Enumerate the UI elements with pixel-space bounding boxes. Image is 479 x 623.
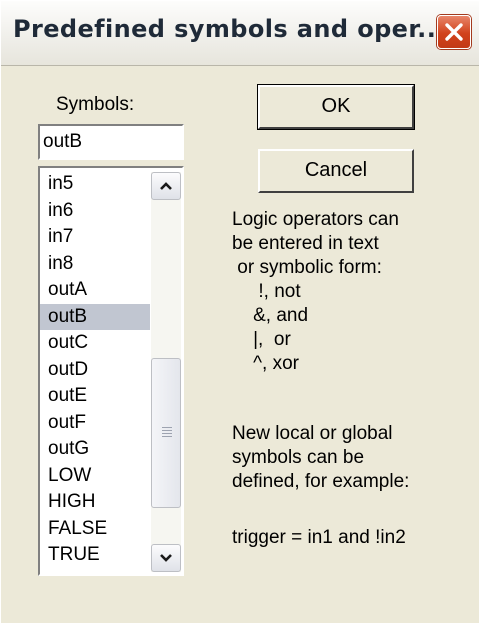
list-item[interactable]: outE: [40, 383, 150, 410]
list-item[interactable]: outD: [40, 357, 150, 384]
list-item[interactable]: FALSE: [40, 516, 150, 543]
operators-help-text: Logic operators can be entered in text or…: [232, 208, 399, 376]
list-item[interactable]: in7: [40, 224, 150, 251]
list-item[interactable]: outG: [40, 436, 150, 463]
list-item[interactable]: outF: [40, 410, 150, 437]
help-line: !, not: [232, 281, 301, 302]
symbol-input[interactable]: [38, 124, 184, 160]
ok-button[interactable]: OK: [258, 85, 414, 129]
scroll-down-button[interactable]: [151, 544, 181, 572]
symbols-list-items: in5 in6 in7 in8 outA outB outC outD outE outF outG…: [40, 171, 150, 569]
help-line: defined, for example:: [232, 471, 410, 492]
help-line: be entered in text: [232, 233, 379, 254]
symbols-help-text: New local or global symbols can be defined…: [232, 422, 409, 494]
help-line: &, and: [232, 305, 309, 326]
list-item[interactable]: in6: [40, 198, 150, 225]
symbols-listbox[interactable]: in5 in6 in7 in8 outA outB outC outD outE outF outG…: [38, 166, 184, 576]
help-line: |, or: [232, 329, 291, 350]
list-item[interactable]: TRUE: [40, 542, 150, 569]
close-icon: [445, 23, 463, 41]
help-line: ^, xor: [232, 353, 299, 374]
scroll-up-button[interactable]: [151, 172, 181, 200]
example-expression: trigger = in1 and !in2: [232, 527, 406, 548]
list-item[interactable]: outA: [40, 277, 150, 304]
list-item[interactable]: outC: [40, 330, 150, 357]
help-line: Logic operators can: [232, 209, 399, 230]
help-line: symbols can be: [232, 447, 365, 468]
list-item[interactable]: HIGH: [40, 489, 150, 516]
chevron-down-icon: [160, 554, 172, 562]
predefined-symbols-dialog: Predefined symbols and oper... Symbols: …: [0, 0, 479, 623]
list-scrollbar[interactable]: [151, 172, 181, 572]
close-button[interactable]: [437, 15, 471, 49]
cancel-button[interactable]: Cancel: [258, 149, 414, 193]
symbols-label: Symbols:: [56, 94, 135, 115]
scroll-thumb[interactable]: [151, 358, 181, 508]
list-item[interactable]: LOW: [40, 463, 150, 490]
list-item[interactable]: outB: [40, 303, 150, 330]
list-item[interactable]: in8: [40, 251, 150, 278]
help-line: New local or global: [232, 423, 393, 444]
grip-icon: [162, 427, 172, 439]
chevron-up-icon: [160, 182, 172, 190]
title-bar[interactable]: Predefined symbols and oper...: [1, 1, 479, 66]
list-item[interactable]: in5: [40, 171, 150, 198]
help-line: or symbolic form:: [232, 257, 382, 278]
window-title: Predefined symbols and oper...: [13, 15, 446, 43]
